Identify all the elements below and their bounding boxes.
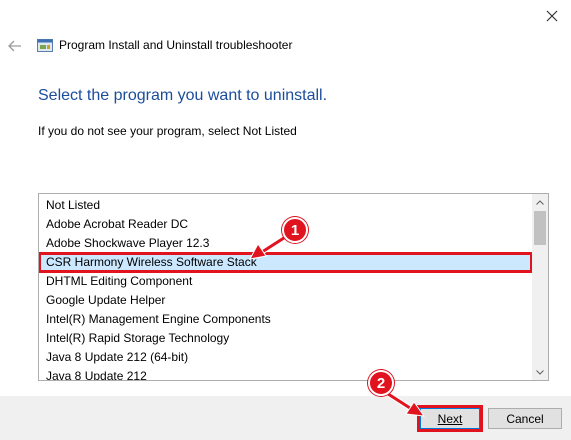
step-marker-2: 2 [368, 370, 394, 396]
arrow-1 [249, 233, 289, 260]
arrow-2 [383, 389, 426, 417]
step-marker-1: 1 [282, 217, 308, 243]
